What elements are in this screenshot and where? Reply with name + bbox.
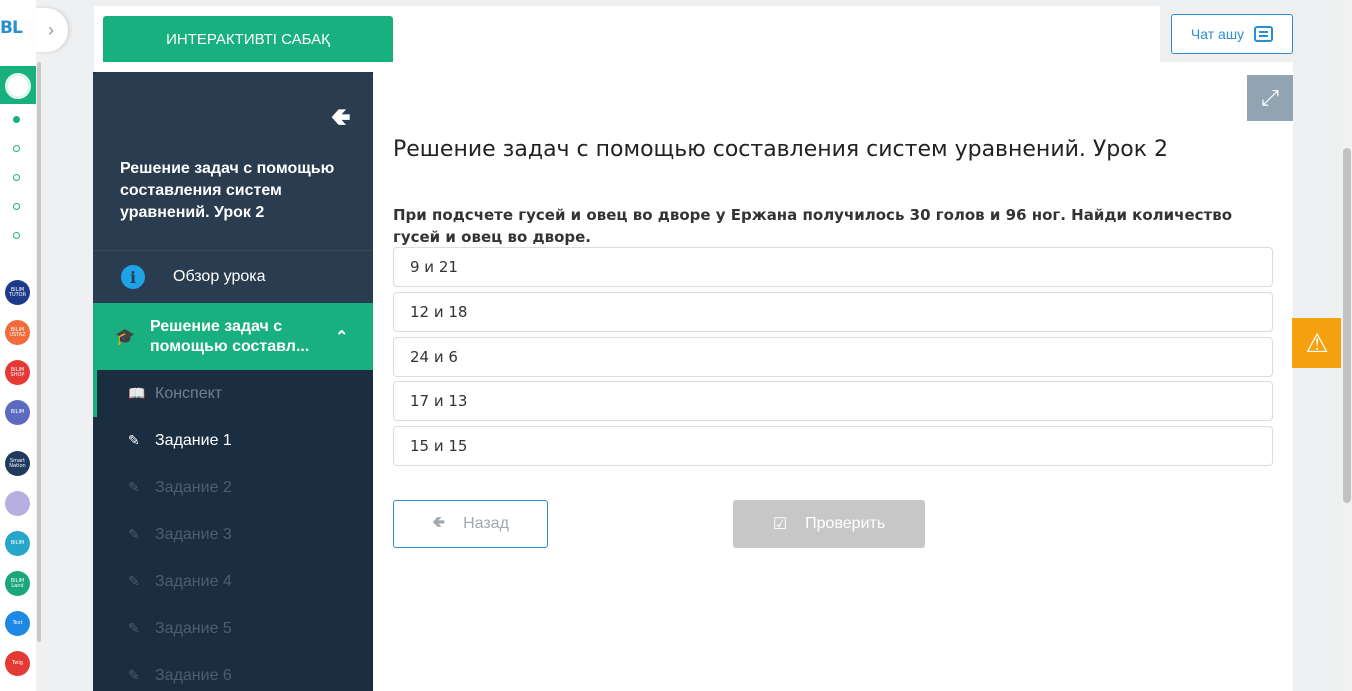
rail-scrollbar-thumb[interactable] bbox=[37, 62, 41, 642]
online-mektep-icon[interactable] bbox=[5, 73, 31, 99]
bilim-ustaz-icon[interactable]: BILIM USTAZ bbox=[5, 320, 30, 345]
rail-nav-dot[interactable] bbox=[13, 232, 20, 239]
answer-option[interactable]: 9 и 21 bbox=[393, 247, 1273, 287]
edit-icon: ✎ bbox=[128, 620, 140, 636]
rail-nav-dot[interactable] bbox=[13, 203, 20, 210]
arrow-left-icon: 🢀 bbox=[432, 513, 446, 531]
back-button[interactable]: 🢀 Назад bbox=[393, 500, 548, 548]
chat-button-label: Чат ашу bbox=[1190, 26, 1245, 42]
bilim-books-icon[interactable]: BILIM bbox=[5, 400, 30, 425]
bilim-land-icon[interactable]: BILIM Land bbox=[5, 571, 30, 596]
answer-option[interactable]: 12 и 18 bbox=[393, 292, 1273, 332]
sidebar-section-label: Решение задач с помощью составл... bbox=[150, 317, 310, 355]
check-button[interactable]: ☑ Проверить bbox=[733, 500, 925, 548]
rail-collapse-chevron-icon[interactable]: › bbox=[34, 8, 68, 52]
page-scrollbar-thumb[interactable] bbox=[1343, 148, 1351, 503]
sidebar-item-label: Задание 4 bbox=[155, 572, 232, 590]
edit-icon: ✎ bbox=[128, 667, 140, 683]
sidebar-item-label: Задание 3 bbox=[155, 525, 232, 543]
lesson-sidebar: 🢀 Решение задач с помощью составления си… bbox=[93, 72, 373, 691]
answer-option[interactable]: 24 и 6 bbox=[393, 337, 1273, 377]
expand-arrows-icon: ⤢ bbox=[1261, 85, 1279, 110]
edit-icon: ✎ bbox=[128, 432, 140, 448]
fullscreen-expand-button[interactable]: ⤢ bbox=[1247, 75, 1293, 121]
check-button-label: Проверить bbox=[805, 515, 886, 532]
twig-icon[interactable]: Twig bbox=[5, 651, 30, 676]
sidebar-item-task-1[interactable]: ✎ Задание 1 bbox=[93, 417, 373, 464]
edit-icon: ✎ bbox=[128, 479, 140, 495]
sidebar-item-label: Задание 2 bbox=[155, 478, 232, 496]
sidebar-item-label: Задание 6 bbox=[155, 666, 232, 684]
bilim-cards-icon[interactable] bbox=[5, 491, 30, 516]
bilim-shop-icon[interactable]: BILIM SHOP bbox=[5, 360, 30, 385]
book-icon: 📖 bbox=[128, 385, 146, 401]
info-icon: i bbox=[121, 265, 145, 289]
graduation-cap-icon: 🎓 bbox=[115, 328, 135, 346]
arrow-left-icon[interactable]: 🢀 bbox=[331, 100, 350, 141]
smart-nation-icon[interactable]: Smart Nation bbox=[5, 451, 30, 476]
question-text: При подсчете гусей и овец во дворе у Ерж… bbox=[393, 206, 1233, 246]
sidebar-item-konspekt[interactable]: 📖 Конспект bbox=[93, 370, 373, 417]
chevron-up-icon[interactable]: ⌃ bbox=[335, 327, 348, 347]
back-button-label: Назад bbox=[463, 515, 509, 532]
answer-option[interactable]: 15 и 15 bbox=[393, 426, 1273, 466]
sidebar-item-task-2[interactable]: ✎ Задание 2 bbox=[93, 464, 373, 511]
open-chat-button[interactable]: Чат ашу bbox=[1171, 14, 1293, 54]
sidebar-item-task-3[interactable]: ✎ Задание 3 bbox=[93, 511, 373, 558]
sidebar-section-lesson[interactable]: 🎓 Решение задач с помощью составл... ⌃ bbox=[93, 303, 373, 370]
rail-nav-dot[interactable] bbox=[13, 116, 20, 123]
edit-icon: ✎ bbox=[128, 526, 140, 542]
sidebar-item-label: Конспект bbox=[155, 384, 223, 402]
sidebar-lesson-title: Решение задач с помощью составления сист… bbox=[120, 160, 335, 221]
bilim-media-icon[interactable]: BILIM bbox=[5, 531, 30, 556]
edit-icon: ✎ bbox=[128, 573, 140, 589]
sidebar-item-label: Задание 5 bbox=[155, 619, 232, 637]
answer-option[interactable]: 17 и 13 bbox=[393, 381, 1273, 421]
chat-icon bbox=[1254, 26, 1274, 42]
sidebar-item-task-6[interactable]: ✎ Задание 6 bbox=[93, 652, 373, 691]
app-rail: BL BILIM TUTOR BILIM USTAZ BILIM SHOP BILIM… bbox=[0, 0, 36, 691]
sidebar-item-overview[interactable]: i Обзор урока bbox=[93, 250, 373, 303]
rail-nav-dot[interactable] bbox=[13, 145, 20, 152]
page-title: Решение задач с помощью составления сист… bbox=[393, 137, 1169, 162]
checkbox-icon: ☑ bbox=[772, 516, 788, 533]
sidebar-item-task-4[interactable]: ✎ Задание 4 bbox=[93, 558, 373, 605]
bilimland-logo[interactable]: BL bbox=[0, 18, 36, 38]
sidebar-item-task-5[interactable]: ✎ Задание 5 bbox=[93, 605, 373, 652]
bilim-tutor-icon[interactable]: BILIM TUTOR bbox=[5, 280, 30, 305]
tab-interactive-lesson[interactable]: ИНТЕРАКТИВТІ САБАҚ bbox=[103, 16, 393, 62]
bilim-test-icon[interactable]: Test bbox=[5, 611, 30, 636]
report-problem-button[interactable]: ⚠ bbox=[1292, 318, 1342, 368]
sidebar-header: 🢀 Решение задач с помощью составления си… bbox=[93, 72, 373, 250]
warning-icon: ⚠ bbox=[1305, 327, 1329, 358]
sidebar-item-label: Задание 1 bbox=[155, 431, 232, 449]
sidebar-item-label: Обзор урока bbox=[173, 268, 266, 285]
rail-nav-dot[interactable] bbox=[13, 174, 20, 181]
